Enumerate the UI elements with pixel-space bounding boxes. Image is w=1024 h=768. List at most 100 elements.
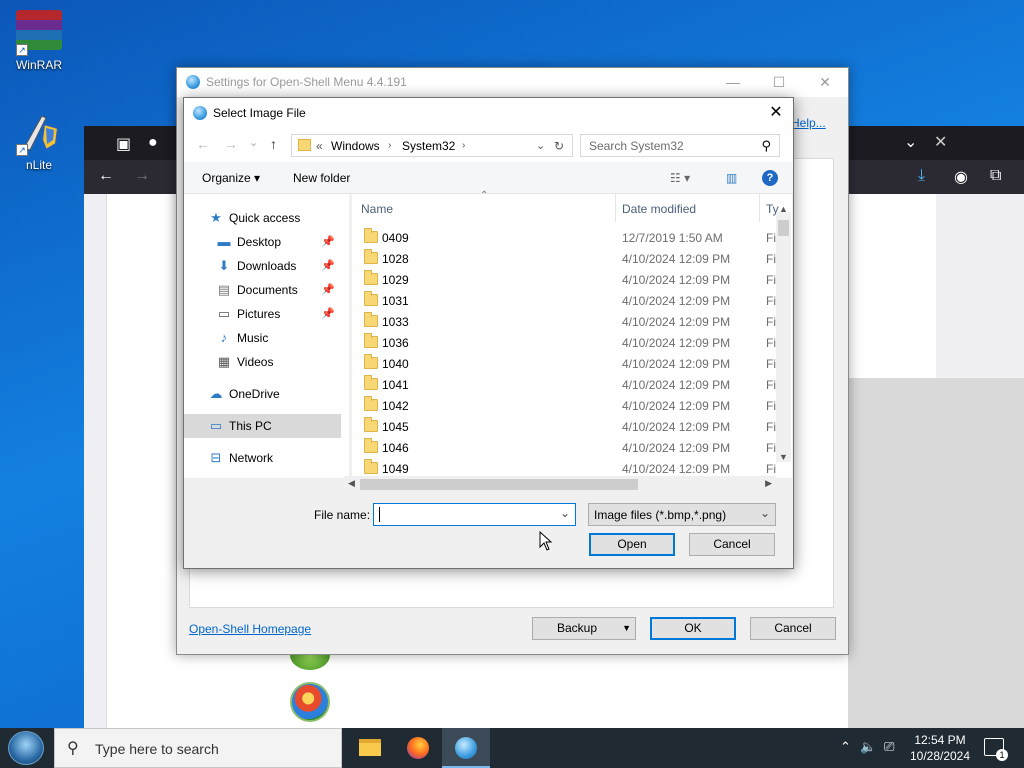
volume-muted-icon[interactable]: 🔈 (860, 739, 876, 755)
file-row[interactable]: 1046 4/10/2024 12:09 PM Fi (352, 438, 776, 459)
taskbar-firefox[interactable] (394, 728, 442, 768)
desktop-icon-winrar[interactable]: ↗ WinRAR (4, 6, 74, 72)
type-cell: Fi (766, 462, 776, 476)
homepage-link[interactable]: Open-Shell Homepage (189, 622, 311, 636)
scroll-right-icon[interactable]: ▶ (765, 478, 772, 489)
nav-item-label: Desktop (237, 235, 282, 249)
window-close-icon[interactable]: ✕ (934, 132, 947, 152)
help-icon[interactable]: ? (762, 170, 778, 186)
type-cell: Fi (766, 399, 776, 413)
shortcut-arrow-icon: ↗ (16, 144, 28, 156)
organize-label: Organize (202, 171, 251, 185)
view-options-icon[interactable]: ☷ ▾ (670, 171, 690, 185)
nav-item-pictures[interactable]: ▭ Pictures 📌 (184, 302, 341, 326)
file-row[interactable]: 1029 4/10/2024 12:09 PM Fi (352, 270, 776, 291)
settings-cancel-button[interactable]: Cancel (750, 617, 836, 640)
chevron-down-icon[interactable]: ⌄ (560, 506, 570, 520)
nav-item-label: This PC (229, 419, 272, 433)
column-header-name[interactable]: Name (361, 202, 393, 216)
scroll-down-icon[interactable]: ▼ (779, 452, 788, 462)
ok-button[interactable]: OK (650, 617, 736, 640)
vertical-scrollbar[interactable]: ▲ ▼ (776, 204, 791, 462)
nav-item-downloads[interactable]: ⬇ Downloads 📌 (184, 254, 341, 278)
dialog-cancel-button[interactable]: Cancel (689, 533, 775, 556)
column-separator[interactable] (615, 194, 616, 222)
nav-item-music[interactable]: ♪ Music (184, 326, 341, 350)
taskbar-search[interactable]: ⚲ Type here to search (54, 728, 342, 768)
breadcrumb-separator-icon[interactable]: › (462, 140, 465, 151)
firefox-icon (407, 737, 429, 759)
file-row[interactable]: 1033 4/10/2024 12:09 PM Fi (352, 312, 776, 333)
taskbar-file-explorer[interactable] (346, 728, 394, 768)
downloads-icon[interactable]: ⤓ (918, 167, 925, 185)
file-row[interactable]: 1042 4/10/2024 12:09 PM Fi (352, 396, 776, 417)
open-button[interactable]: Open (589, 533, 675, 556)
taskbar-open-shell[interactable] (442, 728, 490, 768)
start-button[interactable] (8, 731, 44, 765)
nav-item-desktop[interactable]: ▬ Desktop 📌 (184, 230, 341, 254)
help-link[interactable]: Help... (791, 116, 826, 130)
backup-button[interactable]: Backup ▼ (532, 617, 636, 640)
preview-pane-icon[interactable]: ▥ (726, 171, 737, 185)
taskbar: ⚲ Type here to search ⌃ 🔈 ⎚ 12:54 PM 10/… (0, 728, 1024, 768)
forward-icon[interactable]: → (134, 167, 150, 185)
nav-item-videos[interactable]: ▦ Videos (184, 350, 341, 374)
tab-overview-icon[interactable]: ▣ (116, 134, 131, 154)
scroll-left-icon[interactable]: ◀ (348, 478, 355, 489)
file-row[interactable]: 1040 4/10/2024 12:09 PM Fi (352, 354, 776, 375)
close-button[interactable]: ✕ (802, 68, 848, 97)
mouse-cursor-icon (539, 531, 553, 551)
file-row[interactable]: 1041 4/10/2024 12:09 PM Fi (352, 375, 776, 396)
breadcrumb-overflow[interactable]: « (316, 139, 323, 153)
chevron-down-icon: ⌄ (759, 506, 770, 520)
file-type-select[interactable]: Image files (*.bmp,*.png) ⌄ (588, 503, 776, 526)
file-row[interactable]: 1045 4/10/2024 12:09 PM Fi (352, 417, 776, 438)
breadcrumb-separator-icon[interactable]: › (388, 140, 391, 151)
chevron-down-icon[interactable]: ⌄ (904, 132, 917, 152)
nav-item-onedrive[interactable]: ☁ OneDrive (184, 382, 341, 406)
breadcrumb-windows[interactable]: Windows (331, 139, 380, 153)
nlite-icon: ↗ (16, 110, 62, 156)
new-folder-button[interactable]: New folder (293, 171, 350, 185)
nav-item-documents[interactable]: ▤ Documents 📌 (184, 278, 341, 302)
file-name-cell: 1029 (382, 273, 409, 287)
scroll-up-icon[interactable]: ▲ (779, 204, 788, 214)
forward-icon[interactable]: → (224, 136, 238, 152)
recent-locations-icon[interactable]: ⌄ (249, 136, 258, 149)
network-icon[interactable]: ⎚ (884, 739, 894, 755)
nav-item-quick-access[interactable]: ★ Quick access (184, 206, 341, 230)
horizontal-scrollbar[interactable]: ◀ ▶ (344, 476, 776, 493)
breadcrumb-system32[interactable]: System32 (402, 139, 455, 153)
minimize-button[interactable]: — (710, 68, 756, 97)
maximize-button[interactable]: ☐ (756, 68, 802, 97)
file-row[interactable]: 1028 4/10/2024 12:09 PM Fi (352, 249, 776, 270)
nav-item-this-pc[interactable]: ▭ This PC (184, 414, 341, 438)
column-separator[interactable] (759, 194, 760, 222)
desktop-icon-nlite[interactable]: ↗ nLite (4, 110, 74, 172)
scrollbar-thumb[interactable] (778, 220, 789, 236)
search-icon: ⚲ (67, 740, 79, 757)
notification-center-button[interactable]: 1 (984, 738, 1008, 761)
dialog-close-button[interactable]: ✕ (759, 98, 793, 128)
up-icon[interactable]: ↑ (270, 136, 277, 152)
scrollbar-thumb[interactable] (360, 479, 638, 490)
back-icon[interactable]: ← (98, 167, 114, 185)
type-cell: Fi (766, 252, 776, 266)
search-box[interactable]: Search System32 ⚲ (580, 134, 780, 157)
refresh-icon[interactable]: ↻ (554, 139, 564, 153)
back-icon[interactable]: ← (196, 136, 210, 152)
file-row[interactable]: 1036 4/10/2024 12:09 PM Fi (352, 333, 776, 354)
address-bar[interactable]: « Windows › System32 › ⌄ ↻ (291, 134, 573, 157)
column-header-date[interactable]: Date modified (622, 202, 696, 216)
organize-button[interactable]: Organize ▾ (202, 171, 260, 185)
file-name-input[interactable]: ⌄ (373, 503, 576, 526)
show-hidden-icons-icon[interactable]: ⌃ (840, 739, 851, 755)
extensions-icon[interactable]: ⧉ (990, 167, 1001, 185)
file-row[interactable]: 0409 12/7/2019 1:50 AM Fi (352, 228, 776, 249)
nav-item-network[interactable]: ⊟ Network (184, 446, 341, 470)
file-row[interactable]: 1031 4/10/2024 12:09 PM Fi (352, 291, 776, 312)
address-dropdown-icon[interactable]: ⌄ (536, 139, 545, 152)
account-icon[interactable]: ◉ (954, 167, 968, 187)
date-modified-cell: 4/10/2024 12:09 PM (622, 315, 731, 329)
taskbar-clock[interactable]: 12:54 PM 10/28/2024 (904, 732, 976, 764)
